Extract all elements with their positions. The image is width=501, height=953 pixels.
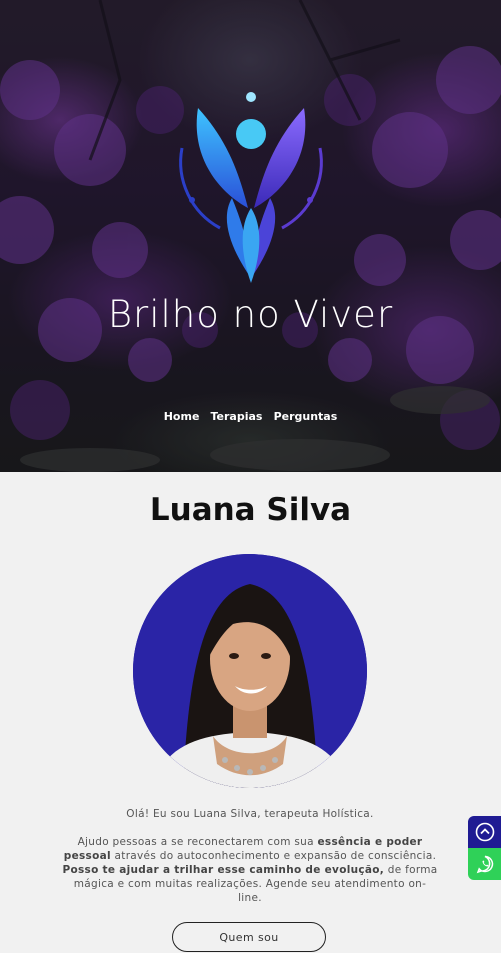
whatsapp-icon [476,855,493,874]
brand-logo-icon [179,92,323,283]
intro-description: Ajudo pessoas a se reconectarem com sua … [62,836,438,904]
main-nav: Home Terapias Perguntas [0,405,501,424]
profile-name: Luana Silva [149,492,352,528]
about-me-button[interactable]: Quem sou [172,922,326,952]
whatsapp-button[interactable] [468,848,501,880]
intro-greeting: Olá! Eu sou Luana Silva, terapeuta Holís… [126,808,374,820]
scroll-top-button[interactable] [468,816,501,848]
hero-banner: Brilho no Viver Home Terapias Perguntas [0,0,501,472]
profile-photo [133,554,367,788]
nav-home[interactable]: Home [164,410,200,423]
chevron-up-icon [475,822,494,842]
nav-perguntas[interactable]: Perguntas [274,410,338,423]
profile-intro: Olá! Eu sou Luana Silva, terapeuta Holís… [62,807,438,919]
nav-terapias[interactable]: Terapias [211,410,263,423]
brand-title[interactable]: Brilho no Viver [0,293,501,336]
